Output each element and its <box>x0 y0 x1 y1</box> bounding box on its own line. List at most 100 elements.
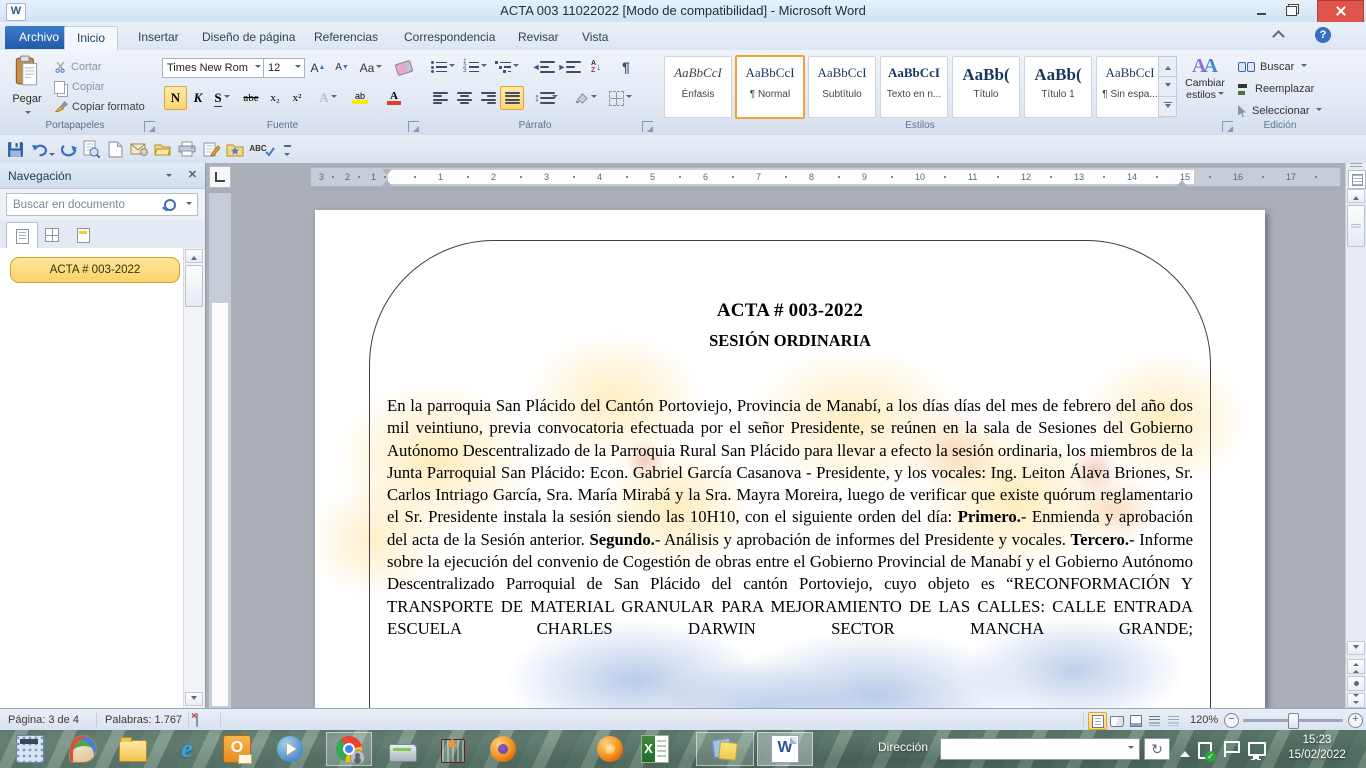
print-preview-button[interactable] <box>80 138 102 160</box>
nav-tab-headings[interactable] <box>6 222 38 250</box>
select-browse-object-icon[interactable] <box>1347 676 1365 691</box>
show-paragraph-marks-button[interactable]: ¶ <box>614 56 638 78</box>
file-explorer-icon[interactable] <box>118 734 148 764</box>
scanner-icon[interactable] <box>388 734 418 764</box>
address-dropdown-caret[interactable] <box>1128 746 1134 752</box>
styles-gallery-down-icon[interactable] <box>1158 76 1177 97</box>
line-spacing-button[interactable]: ↕ <box>530 86 562 110</box>
previous-page-icon[interactable] <box>1347 659 1365 674</box>
document-scrollbar[interactable] <box>1345 163 1366 708</box>
usb-tray-icon[interactable]: ✓ <box>1198 742 1212 759</box>
tab-correspondencia[interactable]: Correspondencia <box>392 26 507 49</box>
select-button[interactable]: Seleccionar <box>1238 102 1322 120</box>
zoom-in-icon[interactable]: + <box>1348 713 1363 728</box>
italic-button[interactable]: K <box>188 86 208 110</box>
address-input[interactable] <box>940 738 1140 760</box>
subscript-button[interactable]: x₂ <box>264 86 286 110</box>
spelling-grammar-button[interactable]: ABC <box>248 138 276 160</box>
grow-font-button[interactable]: A▲ <box>306 56 330 79</box>
chrome-icon[interactable] <box>334 734 364 764</box>
navigation-headings-list[interactable]: ACTA # 003-2022 <box>0 248 183 708</box>
outline-view-button[interactable] <box>1145 712 1164 730</box>
draft-view-button[interactable] <box>1164 712 1183 730</box>
paste-button[interactable]: Pegar <box>6 55 48 117</box>
word-count[interactable]: Palabras: 1.767 <box>105 709 182 731</box>
firefox-icon[interactable] <box>488 734 518 764</box>
copy-button[interactable]: Copiar <box>54 78 104 96</box>
heading-item[interactable]: ACTA # 003-2022 <box>10 257 180 283</box>
underline-button[interactable]: S <box>208 86 236 110</box>
nav-tab-pages[interactable] <box>37 222 67 248</box>
shredder-icon[interactable] <box>438 734 468 764</box>
font-color-button[interactable]: A <box>378 86 410 110</box>
replace-button[interactable]: Reemplazar <box>1238 80 1314 98</box>
redo-button[interactable] <box>58 138 80 160</box>
word-taskbar-icon[interactable]: W <box>770 734 800 764</box>
font-dialog-launcher-icon[interactable] <box>408 121 419 132</box>
web-layout-view-button[interactable] <box>1126 712 1145 730</box>
bullets-button[interactable] <box>428 56 458 78</box>
new-document-button[interactable] <box>104 138 126 160</box>
sticky-notes-icon[interactable] <box>710 734 740 764</box>
tab-inicio[interactable]: Inicio <box>64 26 118 51</box>
tab-referencias[interactable]: Referencias <box>302 26 390 49</box>
navigation-close-icon[interactable]: ✕ <box>186 169 199 182</box>
style-subtitulo[interactable]: AaBbCcI Subtítulo <box>808 56 876 118</box>
borders-button[interactable] <box>604 86 636 110</box>
page-indicator[interactable]: Página: 3 de 4 <box>8 709 79 731</box>
split-window-handle[interactable] <box>1350 163 1362 168</box>
document-content[interactable]: ACTA # 003-2022 SESIÓN ORDINARIA En la p… <box>387 300 1193 640</box>
save-button[interactable] <box>4 138 26 160</box>
quick-edit-button[interactable] <box>200 138 222 160</box>
align-center-button[interactable] <box>452 86 476 110</box>
tab-vista[interactable]: Vista <box>570 26 620 49</box>
cut-button[interactable]: Cortar <box>54 58 102 76</box>
nav-tab-results[interactable] <box>68 222 98 248</box>
tab-diseno-de-pagina[interactable]: Diseño de página <box>190 26 307 49</box>
restore-button[interactable] <box>1278 0 1304 21</box>
nav-scroll-thumb[interactable] <box>185 265 203 307</box>
styles-gallery-up-icon[interactable] <box>1158 56 1177 77</box>
doc-scroll-down-icon[interactable] <box>1347 641 1365 655</box>
highlight-color-button[interactable]: ab <box>344 86 376 110</box>
zoom-out-icon[interactable]: − <box>1224 713 1239 728</box>
taskbar-clock[interactable]: 15:23 15/02/2022 <box>1276 733 1358 763</box>
style-enfasis[interactable]: AaBbCcI Énfasis <box>664 56 732 118</box>
multilevel-list-button[interactable] <box>492 56 522 78</box>
ruler-toggle-button[interactable] <box>1348 170 1366 189</box>
style-texto-en-negrita[interactable]: AaBbCcI Texto en n... <box>880 56 948 118</box>
clipboard-dialog-launcher-icon[interactable] <box>144 121 155 132</box>
font-size-select[interactable]: 12 <box>263 58 305 78</box>
styles-dialog-launcher-icon[interactable] <box>1222 121 1233 132</box>
style-titulo-1[interactable]: AaBb( Título 1 <box>1024 56 1092 118</box>
navigation-scrollbar[interactable] <box>183 248 204 708</box>
show-hidden-icons-chevron[interactable] <box>1180 746 1190 757</box>
print-layout-view-button[interactable] <box>1088 712 1107 730</box>
search-options-caret[interactable] <box>186 202 192 208</box>
collapse-ribbon-icon[interactable] <box>1272 30 1284 39</box>
bold-button[interactable]: N <box>164 86 187 110</box>
document-page[interactable]: ACTA # 003-2022 SESIÓN ORDINARIA En la p… <box>315 210 1265 708</box>
tab-stop-selector[interactable] <box>209 166 231 188</box>
address-go-icon[interactable]: ↻ <box>1144 738 1170 760</box>
help-icon[interactable]: ? <box>1315 27 1331 43</box>
style-titulo[interactable]: AaBb( Título <box>952 56 1020 118</box>
tab-revisar[interactable]: Revisar <box>506 26 571 49</box>
mail-attachment-button[interactable] <box>128 138 150 160</box>
action-center-flag-icon[interactable] <box>1224 741 1226 757</box>
internet-explorer-icon[interactable]: e <box>172 734 202 764</box>
paragraph-dialog-launcher-icon[interactable] <box>642 121 653 132</box>
tab-insertar[interactable]: Insertar <box>126 26 191 49</box>
search-icon[interactable] <box>164 199 176 211</box>
shrink-font-button[interactable]: A▼ <box>330 56 354 79</box>
superscript-button[interactable]: x² <box>286 86 308 110</box>
folder-favorites-button[interactable] <box>224 138 246 160</box>
nav-scroll-down-icon[interactable] <box>185 692 203 706</box>
next-page-icon[interactable] <box>1347 693 1365 708</box>
outlook-icon[interactable]: O <box>222 734 252 764</box>
sort-button[interactable]: A Z ↓ <box>582 56 610 78</box>
paint-icon[interactable] <box>68 734 98 764</box>
zoom-level[interactable]: 120% <box>1190 709 1218 731</box>
tab-archivo[interactable]: Archivo <box>5 26 73 49</box>
nav-scroll-up-icon[interactable] <box>185 249 203 263</box>
